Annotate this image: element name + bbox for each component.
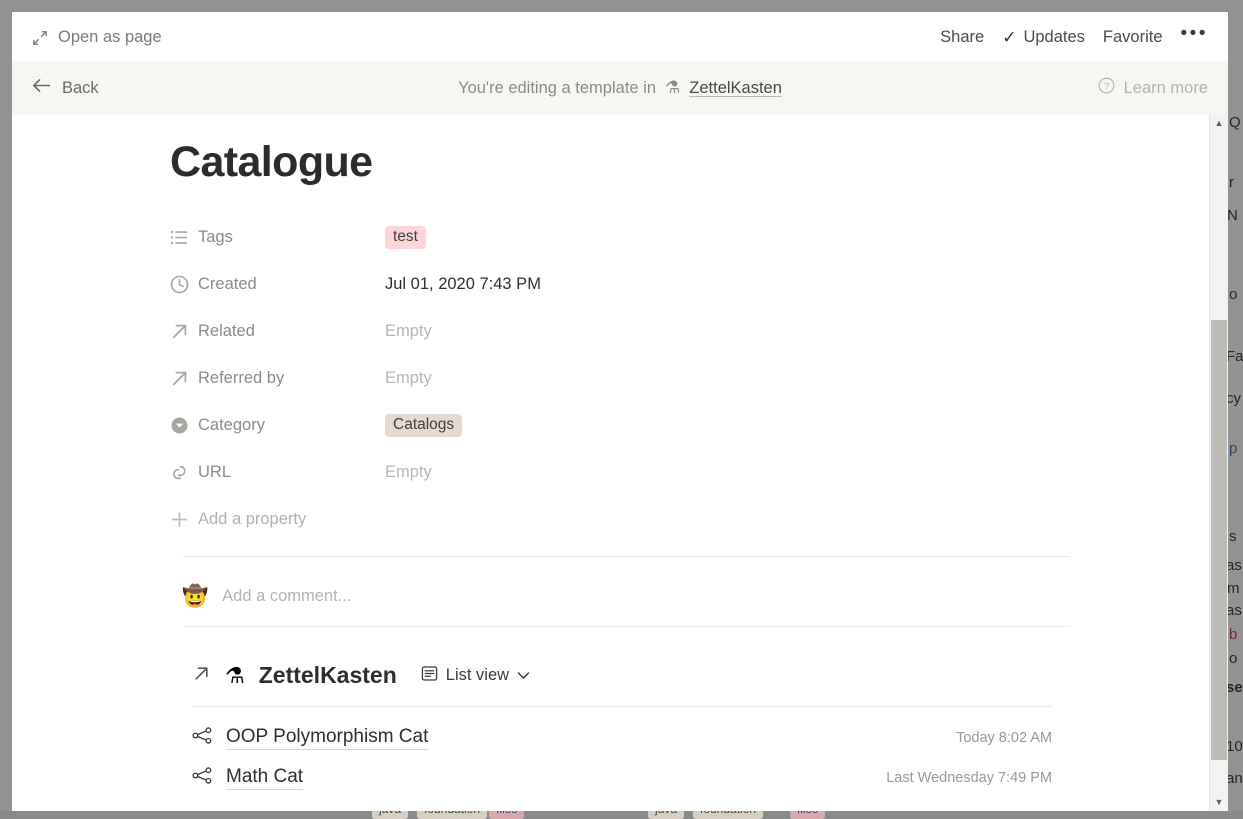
- property-list: TagstestCreatedJul 01, 2020 7:43 PMRelat…: [170, 214, 1070, 543]
- property-row-tags[interactable]: Tagstest: [170, 214, 1070, 261]
- ellipsis-icon: •••: [1181, 24, 1208, 43]
- property-label: Tags: [198, 228, 385, 247]
- share-label: Share: [940, 28, 984, 47]
- modal-top-bar-actions: Share ✓ Updates Favorite •••: [940, 12, 1208, 62]
- page-content: Catalogue TagstestCreatedJul 01, 2020 7:…: [12, 114, 1210, 811]
- property-row-related[interactable]: RelatedEmpty: [170, 308, 1070, 355]
- banner-message-group: You're editing a template in ⚗ ZettelKas…: [12, 62, 1228, 114]
- property-value-pill: test: [385, 226, 426, 249]
- clock-icon: [170, 275, 198, 294]
- template-editing-banner: Back You're editing a template in ⚗ Zett…: [12, 62, 1228, 114]
- comment-divider: [182, 626, 1070, 627]
- svg-text:?: ?: [1103, 81, 1108, 92]
- add-comment-placeholder: Add a comment...: [222, 587, 351, 606]
- open-as-page-button[interactable]: Open as page: [32, 12, 162, 62]
- scroll-up-button[interactable]: ▲: [1210, 114, 1228, 132]
- chevron-down-icon: [517, 666, 530, 685]
- more-options-button[interactable]: •••: [1181, 28, 1208, 47]
- property-value[interactable]: Jul 01, 2020 7:43 PM: [385, 275, 541, 294]
- share-button[interactable]: Share: [940, 28, 984, 47]
- list-item-timestamp: Today 8:02 AM: [956, 730, 1052, 746]
- plus-icon: [170, 510, 198, 529]
- chevron-down-circle-icon: [170, 416, 198, 435]
- property-label: Related: [198, 322, 385, 341]
- page-title[interactable]: Catalogue: [170, 138, 372, 187]
- open-as-page-label: Open as page: [58, 28, 162, 47]
- share-node-icon: [192, 766, 226, 790]
- list-item-timestamp: Last Wednesday 7:49 PM: [886, 770, 1052, 786]
- property-label: Category: [198, 416, 385, 435]
- learn-more-label: Learn more: [1124, 79, 1208, 98]
- properties-divider: [182, 556, 1070, 557]
- arrow-up-right-icon: [192, 664, 211, 688]
- check-icon: ✓: [1002, 29, 1016, 46]
- scroll-down-button[interactable]: ▼: [1210, 793, 1228, 811]
- collection-title[interactable]: ZettelKasten: [259, 662, 397, 689]
- property-value[interactable]: Empty: [385, 369, 432, 388]
- alembic-flask-icon: ⚗: [665, 78, 680, 98]
- list-item[interactable]: Math Cat Last Wednesday 7:49 PM: [192, 758, 1052, 798]
- collection-divider: [192, 706, 1052, 707]
- learn-more-button[interactable]: ? Learn more: [1098, 62, 1208, 114]
- add-property-label: Add a property: [198, 510, 306, 529]
- back-button[interactable]: Back: [32, 62, 99, 114]
- page-peek-modal: Open as page Share ✓ Updates Favorite ••…: [12, 12, 1228, 811]
- link-icon: [170, 463, 198, 482]
- share-node-icon: [192, 726, 226, 750]
- updates-button[interactable]: ✓ Updates: [1002, 28, 1085, 47]
- favorite-label: Favorite: [1103, 28, 1163, 47]
- arrow-left-icon: [32, 78, 51, 98]
- question-circle-icon: ?: [1098, 77, 1115, 99]
- property-label: Created: [198, 275, 385, 294]
- property-label: Referred by: [198, 369, 385, 388]
- property-row-category[interactable]: CategoryCatalogs: [170, 402, 1070, 449]
- property-row-url[interactable]: URLEmpty: [170, 449, 1070, 496]
- property-value[interactable]: Empty: [385, 322, 432, 341]
- list-item-title[interactable]: OOP Polymorphism Cat: [226, 726, 428, 750]
- collection-header: ⚗ ZettelKasten List view: [192, 662, 530, 689]
- vertical-scrollbar[interactable]: ▲ ▼: [1209, 114, 1228, 811]
- property-value[interactable]: test: [385, 226, 426, 249]
- list-item-title[interactable]: Math Cat: [226, 766, 303, 790]
- property-value-pill: Catalogs: [385, 414, 462, 437]
- alembic-flask-icon: ⚗: [225, 663, 245, 689]
- workspace-link[interactable]: ZettelKasten: [689, 79, 782, 98]
- banner-message: You're editing a template in: [458, 79, 656, 98]
- back-label: Back: [62, 79, 99, 98]
- add-property-button[interactable]: Add a property: [170, 496, 1070, 543]
- property-value[interactable]: Catalogs: [385, 414, 462, 437]
- view-switcher[interactable]: List view: [421, 665, 530, 687]
- property-row-created[interactable]: CreatedJul 01, 2020 7:43 PM: [170, 261, 1070, 308]
- cowboy-hat-face-avatar: 🤠: [182, 586, 208, 607]
- view-label: List view: [446, 666, 509, 685]
- arrow-up-right-icon: [170, 369, 198, 388]
- expand-diagonal-icon: [32, 30, 48, 46]
- scrollbar-thumb[interactable]: [1211, 320, 1227, 760]
- modal-top-bar: Open as page Share ✓ Updates Favorite ••…: [12, 12, 1228, 62]
- favorite-button[interactable]: Favorite: [1103, 28, 1163, 47]
- list-view-icon: [421, 665, 438, 687]
- property-label: URL: [198, 463, 385, 482]
- updates-label: Updates: [1023, 28, 1084, 47]
- list-icon: [170, 228, 198, 247]
- arrow-up-right-icon: [170, 322, 198, 341]
- list-item[interactable]: OOP Polymorphism Cat Today 8:02 AM: [192, 718, 1052, 758]
- property-value[interactable]: Empty: [385, 463, 432, 482]
- add-comment-row[interactable]: 🤠 Add a comment...: [182, 576, 351, 616]
- property-row-referred-by[interactable]: Referred byEmpty: [170, 355, 1070, 402]
